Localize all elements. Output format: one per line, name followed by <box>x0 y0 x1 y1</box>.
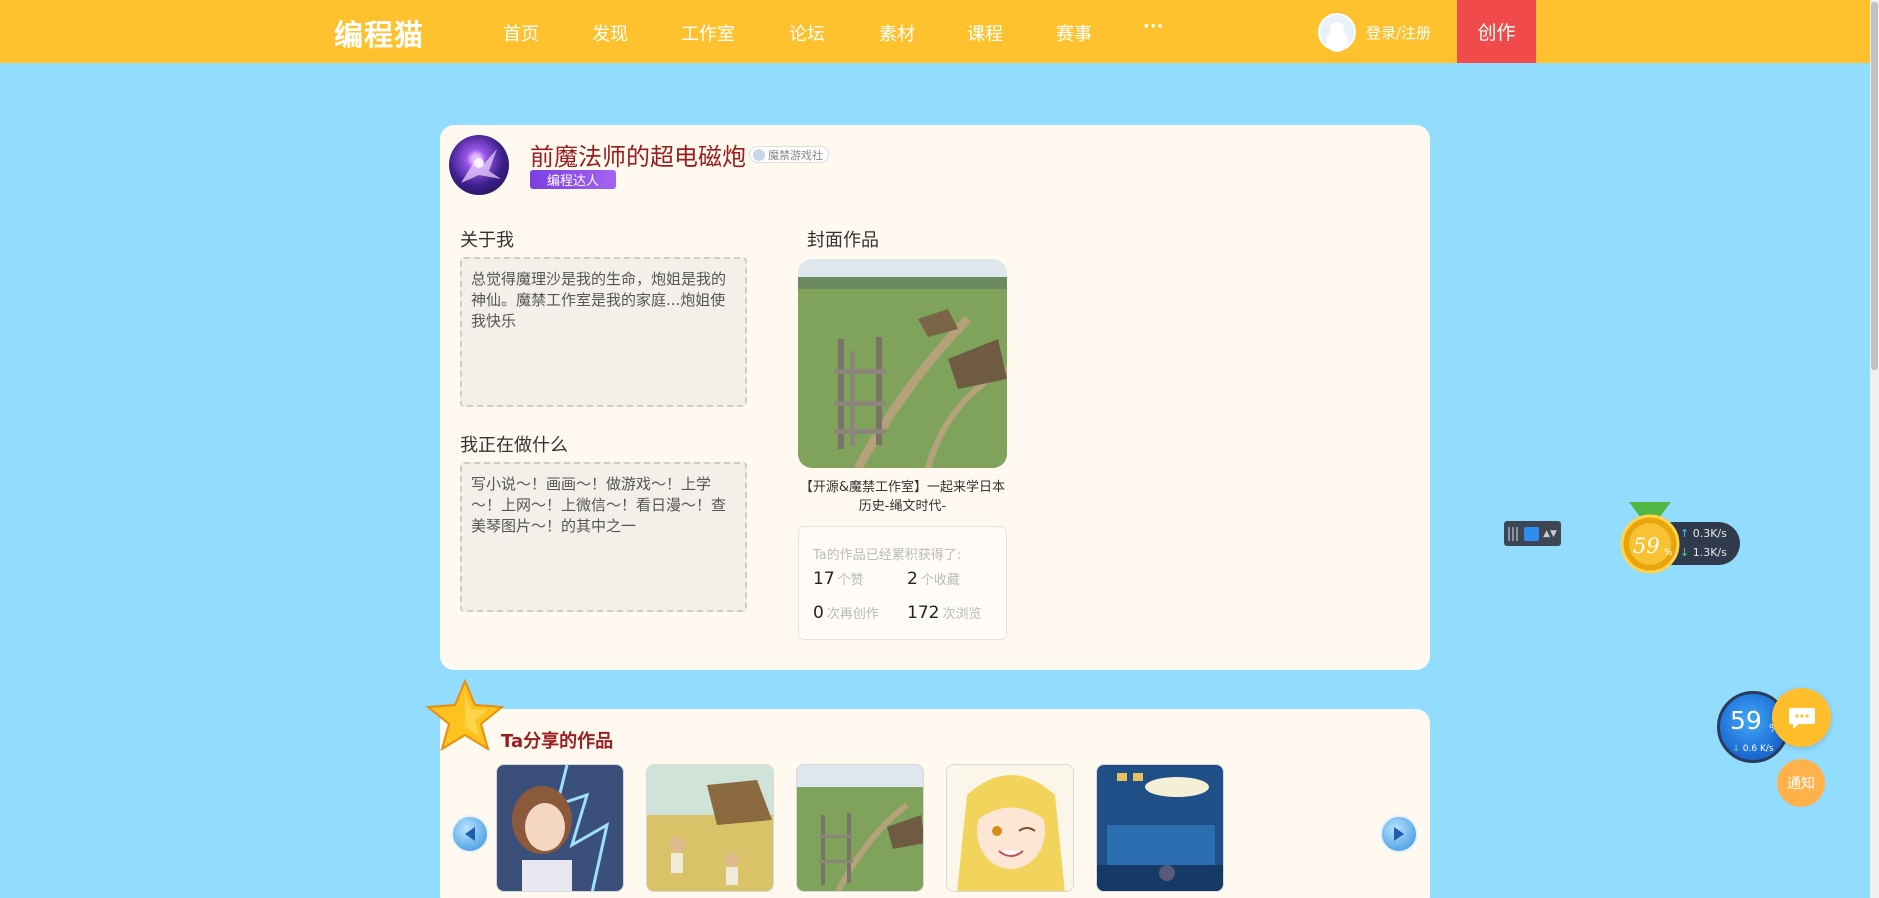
stats-heading: Ta的作品已经累积获得了: <box>813 548 962 563</box>
top-nav-bar: 编程猫 首页 发现 工作室 论坛 素材 课程 赛事 ··· 登录/注册 创作 <box>0 0 1870 63</box>
nav-events[interactable]: 赛事 <box>1056 20 1092 46</box>
cover-work-image[interactable] <box>798 259 1007 468</box>
nav-materials[interactable]: 素材 <box>879 20 915 46</box>
nav-forum[interactable]: 论坛 <box>789 20 825 46</box>
download-speed: ↓ 1.3K/s <box>1680 546 1727 559</box>
studio-name: 魔禁游戏社 <box>768 148 823 162</box>
network-percentage: 59 <box>1730 706 1762 735</box>
create-button[interactable]: 创作 <box>1457 0 1536 63</box>
works-next-arrow-icon[interactable] <box>1380 815 1418 853</box>
chat-button[interactable] <box>1772 688 1831 747</box>
stat-favorites: 2 个收藏 <box>907 569 960 589</box>
login-register-button[interactable]: 登录/注册 <box>1318 13 1431 51</box>
site-logo[interactable]: 编程猫 <box>334 12 424 54</box>
login-register-label: 登录/注册 <box>1366 23 1432 42</box>
profile-avatar <box>449 135 509 195</box>
scrollbar-thumb[interactable] <box>1871 2 1878 370</box>
star-icon <box>426 679 504 751</box>
studio-badge[interactable]: 魔禁游戏社 <box>749 146 829 163</box>
work-thumbnail[interactable] <box>946 764 1074 892</box>
shared-works-title: Ta分享的作品 <box>501 731 614 752</box>
medal-percentage: 59 <box>1633 534 1660 558</box>
notification-button[interactable]: 通知 <box>1777 759 1825 807</box>
svg-text:%: % <box>1664 548 1673 558</box>
studio-icon <box>753 148 765 161</box>
doing-text: 写小说～！画画～！做游戏～！上学～！上网～！上微信～！看日漫～！查美琴图片～！的… <box>460 462 747 612</box>
about-me-title: 关于我 <box>460 230 514 251</box>
stats-box: Ta的作品已经累积获得了: 17 个赞 2 个收藏 0 次再创作 172 次浏览 <box>798 526 1007 640</box>
nav-courses[interactable]: 课程 <box>967 20 1003 46</box>
cover-work-caption[interactable]: 【开源&魔禁工作室】一起来学日本历史-绳文时代- <box>798 478 1007 516</box>
stat-remixes: 0 次再创作 <box>813 603 879 623</box>
nav-studio[interactable]: 工作室 <box>681 20 735 46</box>
stat-views: 172 次浏览 <box>907 603 982 623</box>
profile-card: 前魔法师的超电磁炮 魔禁游戏社 编程达人 关于我 总觉得魔理沙是我的生命，炮姐是… <box>440 125 1430 670</box>
page-scrollbar[interactable] <box>1870 0 1879 898</box>
medal-speed-icon[interactable]: 59 % <box>1619 500 1681 574</box>
user-avatar-icon <box>1318 13 1356 51</box>
works-prev-arrow-icon[interactable] <box>451 815 489 853</box>
user-icon <box>1524 526 1540 541</box>
nav-more[interactable]: ··· <box>1143 16 1164 37</box>
stat-likes: 17 个赞 <box>813 569 864 589</box>
nav-home[interactable]: 首页 <box>503 20 539 46</box>
chat-bubble-icon <box>1788 707 1815 729</box>
nav-discover[interactable]: 发现 <box>592 20 628 46</box>
work-thumbnail[interactable] <box>646 764 774 892</box>
mini-toolbar-widget[interactable]: ▲▼ <box>1504 521 1561 546</box>
work-thumbnail[interactable] <box>796 764 924 892</box>
about-me-text: 总觉得魔理沙是我的生命，炮姐是我的神仙。魔禁工作室是我的家庭...炮姐使我快乐 <box>460 257 747 407</box>
network-speed: ↓ 0.6 K/s <box>1732 744 1774 754</box>
work-thumbnail[interactable] <box>496 764 624 892</box>
grid-icon <box>1508 526 1521 541</box>
doing-title: 我正在做什么 <box>460 435 568 456</box>
work-thumbnail[interactable] <box>1096 764 1224 892</box>
dropdown-icon: ▲▼ <box>1543 528 1557 539</box>
upload-speed: ↑ 0.3K/s <box>1680 527 1727 540</box>
cover-work-title: 封面作品 <box>807 230 879 251</box>
title-badge: 编程达人 <box>530 170 616 189</box>
profile-username[interactable]: 前魔法师的超电磁炮 <box>530 137 746 172</box>
